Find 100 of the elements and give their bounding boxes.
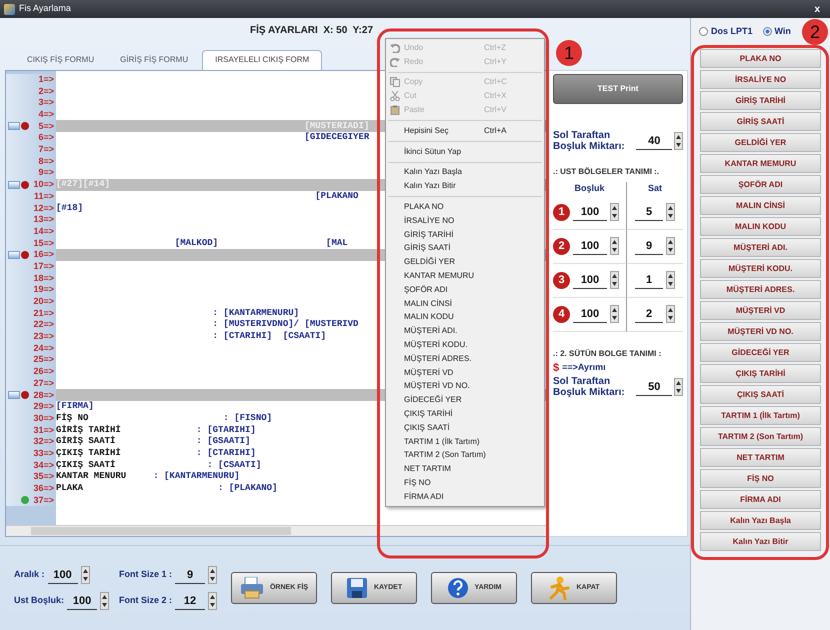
- field-insert-button[interactable]: PLAKA NO: [700, 49, 821, 68]
- spin-buttons[interactable]: [610, 271, 619, 289]
- field-insert-button[interactable]: KANTAR MEMURU: [700, 154, 821, 173]
- field-insert-button[interactable]: ÇIKIŞ TARİHİ: [700, 364, 821, 383]
- spin-buttons[interactable]: [666, 203, 675, 221]
- number-field[interactable]: 100: [67, 592, 98, 610]
- field-insert-button[interactable]: GİRİŞ SAATİ: [700, 112, 821, 131]
- menu-item[interactable]: Hepisini Seç Ctrl+A: [386, 124, 544, 138]
- app-icon: [4, 4, 15, 14]
- field-insert-button[interactable]: MÜŞTERİ VD NO.: [700, 322, 821, 341]
- menu-item[interactable]: KANTAR MEMURU: [386, 269, 544, 283]
- field-code: : [PLAKANO]: [217, 484, 278, 494]
- menu-item[interactable]: NET TARTIM: [386, 462, 544, 476]
- form-tab[interactable]: IRSAYELELI CIKIŞ FORM: [202, 50, 322, 70]
- menu-item[interactable]: Kalın Yazı Bitir: [386, 179, 544, 194]
- field-insert-button[interactable]: NET TARTIM: [700, 448, 821, 467]
- menu-item[interactable]: ŞOFÖR ADI: [386, 282, 544, 297]
- menu-item[interactable]: İRSALİYE NO: [386, 214, 544, 228]
- number-field[interactable]: 5: [635, 203, 663, 221]
- number-field[interactable]: 1: [635, 271, 663, 289]
- field-code: : [CTARIHI] [CSAATI]: [212, 332, 326, 342]
- spin-buttons[interactable]: [100, 592, 110, 610]
- spin-buttons[interactable]: [80, 566, 90, 584]
- radio-option[interactable]: Dos LPT1: [699, 24, 753, 38]
- field-insert-button[interactable]: TARTIM 1 (İlk Tartım): [700, 406, 821, 425]
- menu-item[interactable]: MÜŞTERİ VD NO.: [386, 380, 544, 394]
- spin-buttons[interactable]: [610, 237, 619, 255]
- field-insert-button[interactable]: GİRİŞ TARİHİ: [700, 91, 821, 110]
- field-insert-button[interactable]: ŞOFÖR ADI: [700, 175, 821, 194]
- close-button[interactable]: x: [808, 2, 826, 16]
- field-insert-button[interactable]: MALIN KODU: [700, 217, 821, 236]
- spin-buttons[interactable]: [666, 271, 675, 289]
- horizontal-scrollbar[interactable]: [6, 525, 547, 536]
- field-insert-button[interactable]: Kalın Yazı Bitir: [700, 532, 821, 551]
- separator-label: ==>Ayrımı: [562, 361, 606, 374]
- field-insert-button[interactable]: MÜŞTERİ ADRES.: [700, 280, 821, 299]
- menu-item[interactable]: MÜŞTERİ ADRES.: [386, 352, 544, 366]
- menu-item[interactable]: MÜŞTERİ KODU.: [386, 338, 544, 352]
- field-insert-button[interactable]: Kalın Yazı Başla: [700, 511, 821, 530]
- menu-item[interactable]: İkinci Sütun Yap: [386, 144, 544, 159]
- menu-item[interactable]: GİRİŞ TARİHİ: [386, 228, 544, 242]
- number-field[interactable]: 100: [573, 237, 607, 255]
- field-insert-button[interactable]: MÜŞTERİ VD: [700, 301, 821, 320]
- number-field[interactable]: 9: [175, 566, 206, 584]
- test-print-button[interactable]: TEST Print: [553, 74, 683, 104]
- number-badge: 4: [553, 306, 570, 322]
- number-field[interactable]: 50: [636, 378, 672, 396]
- radio-option[interactable]: Win: [762, 24, 791, 38]
- field-insert-button[interactable]: MÜŞTERİ KODU.: [700, 259, 821, 278]
- number-field[interactable]: 100: [573, 305, 607, 323]
- menu-item[interactable]: GİDECEĞİ YER: [386, 393, 544, 408]
- form-tab[interactable]: CIKIŞ FİŞ FORMU: [15, 50, 106, 70]
- menu-item[interactable]: MÜŞTERİ VD: [386, 366, 544, 380]
- field-insert-button[interactable]: İRSALİYE NO: [700, 70, 821, 89]
- scissors-icon: [390, 91, 400, 102]
- spin-buttons[interactable]: [666, 237, 675, 255]
- field-insert-button[interactable]: GELDİĞİ YER: [700, 133, 821, 152]
- menu-item[interactable]: MALIN CİNSİ: [386, 296, 544, 311]
- menu-item[interactable]: TARTIM 2 (Son Tartım): [386, 448, 544, 462]
- spin-buttons[interactable]: [208, 566, 218, 584]
- menu-item[interactable]: MÜŞTERİ ADI.: [386, 324, 544, 338]
- field-insert-button[interactable]: MÜŞTERİ ADI.: [700, 238, 821, 257]
- menu-item[interactable]: GİRİŞ SAATİ: [386, 242, 544, 256]
- line-number: 36=>: [33, 484, 54, 494]
- number-field[interactable]: 2: [635, 305, 663, 323]
- spin-buttons[interactable]: [674, 378, 683, 396]
- field-insert-button[interactable]: GİDECEĞİ YER: [700, 343, 821, 362]
- field-insert-button[interactable]: TARTIM 2 (Son Tartım): [700, 427, 821, 446]
- spin-buttons[interactable]: [666, 305, 675, 323]
- menu-item[interactable]: TARTIM 1 (İlk Tartım): [386, 434, 544, 449]
- spin-buttons[interactable]: [208, 592, 218, 610]
- menu-item[interactable]: FİRMA ADI: [386, 490, 544, 504]
- spin-buttons[interactable]: [610, 305, 619, 323]
- menu-item[interactable]: PLAKA NO: [386, 200, 544, 214]
- number-field[interactable]: 100: [573, 271, 607, 289]
- menu-item[interactable]: GELDİĞİ YER: [386, 255, 544, 270]
- spin-buttons[interactable]: [610, 203, 619, 221]
- number-field[interactable]: 100: [573, 203, 607, 221]
- spin-buttons[interactable]: [674, 132, 683, 150]
- number-field[interactable]: 9: [635, 237, 663, 255]
- menu-item[interactable]: Kalın Yazı Başla: [386, 166, 544, 180]
- number-field[interactable]: 12: [175, 592, 206, 610]
- field-insert-button[interactable]: FİŞ NO: [700, 469, 821, 488]
- line-number: 19=>: [33, 285, 54, 294]
- field-insert-button[interactable]: ÇIKIŞ SAATİ: [700, 385, 821, 404]
- menu-item[interactable]: ÇIKIŞ TARİHİ: [386, 407, 544, 421]
- line-number: 6=>: [38, 133, 54, 142]
- menu-item[interactable]: ÇIKIŞ SAATİ: [386, 420, 544, 435]
- setting-label: Ust Boşluk:: [14, 594, 64, 608]
- number-field[interactable]: 100: [48, 566, 78, 584]
- field-insert-button[interactable]: FİRMA ADI: [700, 490, 821, 509]
- menu-item[interactable]: MALIN KODU: [386, 310, 544, 324]
- number-field[interactable]: 40: [636, 132, 672, 150]
- line-number: 2=>: [38, 86, 54, 96]
- field-insert-button[interactable]: MALIN CİNSİ: [700, 196, 821, 215]
- line-number: 11=>: [34, 192, 54, 201]
- line-number: 4=>: [38, 110, 54, 120]
- menu-item[interactable]: FİŞ NO: [386, 476, 544, 490]
- line-number: 28=>: [33, 390, 54, 400]
- form-tab[interactable]: GİRİŞ FİŞ FORMU: [108, 50, 200, 70]
